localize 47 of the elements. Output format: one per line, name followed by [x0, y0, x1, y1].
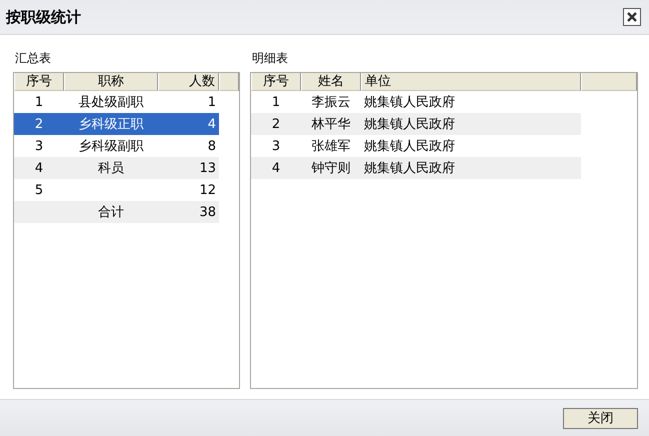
table-row[interactable]: 合计 38 [14, 201, 219, 223]
table-cell: 合计 [98, 205, 124, 220]
table-cell: 乡科级正职 [78, 117, 144, 132]
table-cell: 钟守则 [312, 161, 350, 176]
table-cell: 1 [208, 94, 216, 110]
table-row[interactable]: 2 林平华 姚集镇人民政府 [251, 113, 581, 135]
close-icon [626, 11, 638, 23]
table-cell: 38 [199, 204, 216, 220]
table-cell: 乡科级副职 [78, 139, 144, 154]
panel-label: 汇总表 [14, 50, 52, 67]
table-cell: 13 [199, 160, 216, 176]
table-cell: 8 [208, 138, 216, 154]
table-row[interactable]: 4 钟守则 姚集镇人民政府 [251, 157, 581, 179]
table-cell: 姚集镇人民政府 [364, 139, 455, 154]
table-cell: 1 [272, 94, 280, 110]
table-cell: 科员 [98, 161, 124, 176]
column-header[interactable]: 序号 [14, 73, 64, 91]
table-cell: 4 [34, 160, 44, 176]
column-header[interactable]: 职称 [64, 73, 158, 91]
table-row[interactable]: 4 科员 13 [14, 157, 219, 179]
table-cell: 张雄军 [312, 139, 350, 154]
table-cell: 5 [34, 182, 44, 198]
close-button[interactable]: 关闭 [563, 408, 638, 428]
table-cell: 2 [34, 116, 44, 132]
column-header[interactable]: 人数 [158, 73, 219, 91]
table-cell: 2 [272, 116, 280, 132]
table-cell: 李振云 [312, 95, 350, 110]
table-cell: 4 [272, 160, 280, 176]
column-header[interactable]: 单位 [361, 73, 581, 91]
panel-label: 明细表 [251, 50, 289, 67]
table-cell: 4 [208, 116, 216, 132]
table-cell: 3 [272, 138, 280, 154]
table-cell: 3 [34, 138, 44, 154]
table-cell: 12 [199, 182, 216, 198]
table-row[interactable]: 2 乡科级正职 4 [14, 113, 219, 135]
column-header [581, 73, 637, 91]
column-header [219, 73, 239, 91]
table-cell: 姚集镇人民政府 [364, 117, 455, 132]
table-cell: 姚集镇人民政府 [364, 161, 455, 176]
table-cell: 县处级副职 [78, 95, 144, 110]
table-cell: 1 [34, 94, 44, 110]
column-header[interactable]: 序号 [251, 73, 301, 91]
table-cell: 林平华 [312, 117, 350, 132]
column-header[interactable]: 姓名 [301, 73, 361, 91]
table-cell: 姚集镇人民政府 [364, 95, 455, 110]
window-title: 按职级统计 [6, 8, 81, 26]
close-button[interactable] [623, 8, 641, 26]
